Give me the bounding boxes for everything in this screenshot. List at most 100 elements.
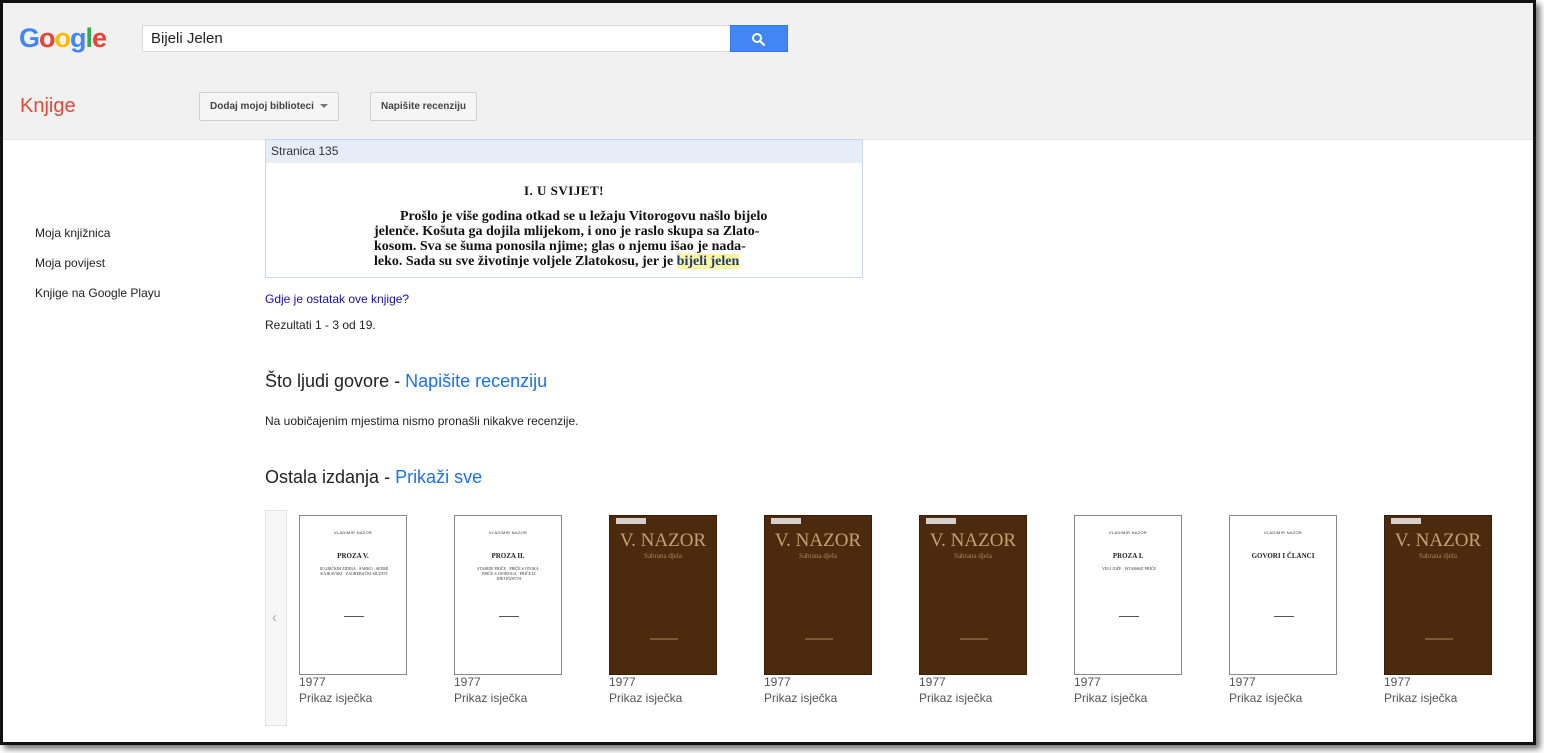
app-title[interactable]: Knjige — [20, 95, 76, 118]
cover-label — [926, 518, 956, 524]
reviews-heading-text: Što ljudi govore - — [265, 371, 406, 391]
cover-author: VLADIMIR NAZOR — [1108, 530, 1148, 535]
snippet-chapter-title: I. U SVIJET! — [523, 183, 605, 198]
edition-card[interactable]: V. NAZOR Sabrana djela 1977 Prikaz isječka — [919, 515, 1029, 705]
book-cover[interactable]: VLADIMIR NAZOR GOVORI I ČLANCI — [1229, 515, 1337, 675]
search-icon — [752, 33, 766, 47]
show-all-link[interactable]: Prikaži sve — [395, 467, 482, 487]
cover-label — [616, 518, 646, 524]
edition-card[interactable]: VLADIMIR NAZOR PROZA II. STARIDE PRIČE · P… — [454, 515, 564, 705]
sidebar-item-google-play-books[interactable]: Knjige na Google Playu — [35, 285, 160, 301]
chevron-down-icon — [319, 104, 328, 109]
search-button[interactable] — [730, 25, 788, 52]
edition-year: 1977 — [1384, 675, 1411, 689]
logo-letter: g — [70, 23, 86, 53]
cover-label — [771, 518, 801, 524]
write-review-label: Napišite recenziju — [381, 101, 467, 112]
cover-publisher-mark — [1425, 638, 1453, 640]
other-editions-heading: Ostala izdanja - Prikaži sve — [265, 467, 482, 488]
search-input[interactable] — [143, 26, 731, 51]
cover-subtitle: STARIDE PRIČE · PRIČE S OTOKA · PRIČE S … — [477, 566, 541, 581]
cover-title: Sabrana djela — [1419, 552, 1457, 560]
add-to-library-label: Dodaj mojoj biblioteci — [210, 101, 314, 112]
cover-label — [1391, 518, 1421, 524]
edition-year: 1977 — [764, 675, 791, 689]
sidebar-item-my-library[interactable]: Moja knjižnica — [35, 225, 160, 241]
sidebar: Moja knjižnica Moja povijest Knjige na G… — [35, 225, 160, 315]
cover-title: Sabrana djela — [954, 552, 992, 560]
edition-year: 1977 — [299, 675, 326, 689]
book-cover[interactable]: VLADIMIR NAZOR PROZA I. VELI JOŽE · ISTARS… — [1074, 515, 1182, 675]
logo-letter: e — [92, 23, 107, 53]
book-cover[interactable]: V. NAZOR Sabrana djela — [1384, 515, 1492, 675]
sidebar-item-my-history[interactable]: Moja povijest — [35, 255, 160, 271]
edition-preview-label: Prikaz isječka — [1384, 691, 1458, 705]
cover-author: V. NAZOR — [929, 530, 1017, 551]
edition-preview-label: Prikaz isječka — [454, 691, 528, 705]
snippet-line-last: leko. Sada su sve životinje voljele Zlat… — [374, 254, 804, 269]
cover-author: V. NAZOR — [774, 530, 862, 551]
book-cover[interactable]: V. NAZOR Sabrana djela — [764, 515, 872, 675]
cover-divider — [1119, 616, 1139, 617]
cover-publisher-mark — [805, 638, 833, 640]
edition-card[interactable]: VLADIMIR NAZOR GOVORI I ČLANCI 1977 Prikaz … — [1229, 515, 1339, 705]
reviews-heading: Što ljudi govore - Napišite recenziju — [265, 371, 547, 392]
edition-preview-label: Prikaz isječka — [609, 691, 683, 705]
no-reviews-text: Na uobičajenim mjestima nismo pronašli n… — [265, 414, 579, 428]
cover-publisher-mark — [960, 638, 988, 640]
edition-preview-label: Prikaz isječka — [764, 691, 838, 705]
edition-year: 1977 — [454, 675, 481, 689]
book-cover[interactable]: V. NAZOR Sabrana djela — [609, 515, 717, 675]
snippet-line: kosom. Sva se šuma ponosila njime; glas … — [374, 239, 746, 254]
logo-letter: o — [54, 23, 71, 53]
edition-year: 1977 — [919, 675, 946, 689]
snippet-line: Prošlo je više godina otkad se u ležaju … — [400, 209, 768, 224]
edition-year: 1977 — [609, 675, 636, 689]
edition-preview-label: Prikaz isječka — [299, 691, 373, 705]
cover-subtitle: VELI JOŽE · ISTARSKE PRIČE — [1102, 566, 1156, 571]
app-bar: Knjige Dodaj mojoj biblioteci Napišite r… — [3, 71, 1533, 140]
snippet-line: jelenče. Košuta ga dojila mlijekom, i on… — [374, 224, 760, 239]
editions-carousel: ‹ VLADIMIR NAZOR PROZA V. IZ GRIČKIH ZIDIN… — [265, 510, 1533, 728]
other-editions-heading-text: Ostala izdanja - — [265, 467, 396, 487]
add-to-library-button[interactable]: Dodaj mojoj biblioteci — [199, 92, 339, 121]
write-review-link[interactable]: Napišite recenziju — [405, 371, 547, 391]
edition-year: 1977 — [1074, 675, 1101, 689]
search-term-highlight: bijeli jelen — [676, 254, 740, 269]
logo-letter: G — [19, 23, 40, 53]
cover-title: PROZA I. — [1112, 552, 1144, 560]
remaining-book-link[interactable]: Gdje je ostatak ove knjige? — [265, 292, 409, 306]
cover-title: Sabrana djela — [799, 552, 837, 560]
edition-year: 1977 — [1229, 675, 1256, 689]
cover-divider — [499, 616, 519, 617]
carousel-prev-button[interactable]: ‹ — [265, 510, 287, 726]
book-cover[interactable]: VLADIMIR NAZOR PROZA V. IZ GRIČKIH ZIDINA … — [299, 515, 407, 675]
edition-preview-label: Prikaz isječka — [1229, 691, 1303, 705]
cover-author: VLADIMIR NAZOR — [333, 530, 373, 535]
search-box[interactable] — [142, 25, 732, 52]
edition-card[interactable]: VLADIMIR NAZOR PROZA I. VELI JOŽE · ISTARS… — [1074, 515, 1184, 705]
edition-card[interactable]: V. NAZOR Sabrana djela 1977 Prikaz isječka — [1384, 515, 1494, 705]
snippet-page-image: I. U SVIJET! Prošlo je više godina otkad… — [266, 163, 862, 277]
write-review-button[interactable]: Napišite recenziju — [370, 92, 478, 121]
results-count: Rezultati 1 - 3 od 19. — [265, 318, 376, 332]
google-logo[interactable]: Google — [19, 23, 107, 54]
book-cover[interactable]: V. NAZOR Sabrana djela — [919, 515, 1027, 675]
snippet-page-label: Stranica 135 — [266, 140, 862, 163]
edition-preview-label: Prikaz isječka — [1074, 691, 1148, 705]
cover-title: Sabrana djela — [644, 552, 682, 560]
cover-divider — [344, 616, 364, 617]
cover-title: PROZA II. — [491, 552, 525, 560]
browser-frame: Google Knjige Dodaj mojoj biblioteci Nap… — [0, 0, 1536, 745]
search-snippet[interactable]: Stranica 135 I. U SVIJET! Prošlo je više… — [265, 139, 863, 278]
book-cover[interactable]: VLADIMIR NAZOR PROZA II. STARIDE PRIČE · P… — [454, 515, 562, 675]
logo-letter: o — [39, 23, 55, 53]
cover-subtitle: IZ GRIČKIH ZIDINA · ŠARKO · SEDMI KAJKAV… — [319, 566, 389, 576]
cover-publisher-mark — [650, 638, 678, 640]
cover-divider — [1274, 616, 1294, 617]
cover-title: GOVORI I ČLANCI — [1251, 552, 1315, 560]
cover-title: PROZA V. — [337, 552, 369, 560]
edition-card[interactable]: V. NAZOR Sabrana djela 1977 Prikaz isječka — [609, 515, 719, 705]
edition-card[interactable]: V. NAZOR Sabrana djela 1977 Prikaz isječka — [764, 515, 874, 705]
edition-card[interactable]: VLADIMIR NAZOR PROZA V. IZ GRIČKIH ZIDINA … — [299, 515, 409, 705]
